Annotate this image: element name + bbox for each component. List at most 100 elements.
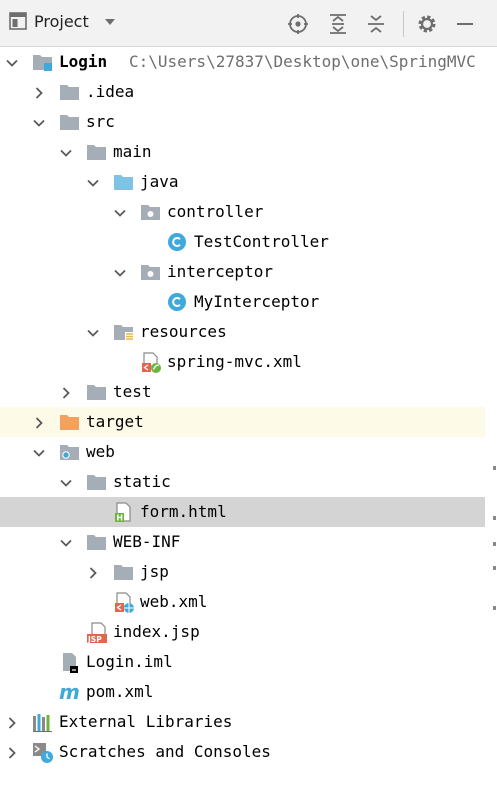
tree-node-idea[interactable]: .idea	[0, 77, 497, 107]
tree-label-test: test	[113, 382, 152, 401]
chevron-down-icon[interactable]	[86, 175, 100, 189]
chevron-down-icon[interactable]	[5, 55, 19, 69]
tree-node-external-libraries[interactable]: External Libraries	[0, 707, 497, 737]
module-folder-icon	[32, 52, 52, 72]
project-title: Project	[34, 11, 89, 31]
tree-label-scratches: Scratches and Consoles	[59, 742, 271, 761]
locate-icon[interactable]	[286, 12, 310, 36]
chevron-down-icon[interactable]	[59, 475, 73, 489]
html-file-icon: H	[113, 502, 133, 523]
tree-label-test-controller: TestController	[194, 232, 329, 251]
tree-node-test-controller[interactable]: TestController	[0, 227, 497, 257]
class-icon	[167, 292, 187, 312]
project-toolbar: Project	[0, 0, 497, 47]
tree-label-src: src	[86, 112, 115, 131]
edge-fragment	[493, 542, 497, 546]
edge-fragment	[493, 606, 497, 610]
chevron-down-icon[interactable]	[86, 325, 100, 339]
tree-node-jsp[interactable]: jsp	[0, 557, 497, 587]
tree-label-pom-xml: pom.xml	[86, 682, 154, 701]
tree-label-static: static	[113, 472, 171, 491]
tree-node-controller[interactable]: controller	[0, 197, 497, 227]
tree-label-index-jsp: index.jsp	[113, 622, 200, 641]
spring-xml-file-icon	[140, 352, 161, 373]
tree-node-web-xml[interactable]: web.xml	[0, 587, 497, 617]
tree-node-my-interceptor[interactable]: MyInterceptor	[0, 287, 497, 317]
tree-node-web-inf[interactable]: WEB-INF	[0, 527, 497, 557]
tree-node-pom-xml[interactable]: m pom.xml	[0, 677, 497, 707]
folder-icon	[86, 532, 106, 552]
folder-icon	[59, 82, 79, 102]
tree-label-form-html: form.html	[140, 502, 227, 521]
collapse-all-icon[interactable]	[364, 12, 388, 36]
chevron-right-icon[interactable]	[32, 415, 46, 429]
gear-icon[interactable]	[415, 12, 439, 36]
tree-node-src[interactable]: src	[0, 107, 497, 137]
svg-text:JSP: JSP	[87, 635, 102, 644]
minimize-icon[interactable]	[453, 12, 477, 36]
maven-icon: m	[59, 680, 80, 704]
chevron-down-icon[interactable]	[32, 115, 46, 129]
web-xml-file-icon	[113, 592, 134, 613]
chevron-down-icon[interactable]	[113, 265, 127, 279]
tree-label-web: web	[86, 442, 115, 461]
chevron-right-icon[interactable]	[5, 745, 19, 759]
toolbar-divider	[403, 11, 404, 37]
tree-label-spring-mvc-xml: spring-mvc.xml	[167, 352, 302, 371]
tree-node-index-jsp[interactable]: JSP index.jsp	[0, 617, 497, 647]
folder-icon	[86, 382, 106, 402]
chevron-down-icon[interactable]	[103, 14, 117, 28]
chevron-right-icon[interactable]	[59, 385, 73, 399]
resources-folder-icon	[113, 322, 134, 342]
chevron-down-icon[interactable]	[59, 145, 73, 159]
tree-label-login-iml: Login.iml	[86, 652, 173, 671]
class-icon	[167, 232, 187, 252]
tree-label-interceptor: interceptor	[167, 262, 273, 281]
chevron-right-icon[interactable]	[5, 715, 19, 729]
svg-text:m: m	[59, 682, 80, 702]
tree-label-web-inf: WEB-INF	[113, 532, 181, 551]
folder-icon	[86, 142, 106, 162]
tree-label-web-xml: web.xml	[140, 592, 208, 611]
edge-fragment	[493, 566, 497, 570]
chevron-down-icon[interactable]	[113, 205, 127, 219]
tree-node-resources[interactable]: resources	[0, 317, 497, 347]
tree-label-idea: .idea	[86, 82, 135, 101]
iml-file-icon	[59, 652, 79, 673]
tree-label-target: target	[86, 412, 144, 431]
edge-fragment	[493, 516, 497, 520]
chevron-down-icon[interactable]	[59, 535, 73, 549]
jsp-file-icon: JSP	[86, 622, 107, 644]
libraries-icon	[32, 712, 52, 732]
scratches-icon	[32, 742, 53, 763]
tree-node-target[interactable]: target	[0, 407, 485, 437]
expand-all-icon[interactable]	[326, 12, 350, 36]
web-folder-icon	[59, 442, 79, 462]
tree-node-login-iml[interactable]: Login.iml	[0, 647, 497, 677]
chevron-right-icon[interactable]	[86, 565, 100, 579]
editor-edge	[485, 47, 497, 797]
tree-label-resources: resources	[140, 322, 227, 341]
edge-fragment	[493, 466, 497, 470]
tree-node-web[interactable]: web	[0, 437, 497, 467]
tree-node-test[interactable]: test	[0, 377, 497, 407]
tree-label-external-libraries: External Libraries	[59, 712, 233, 731]
project-path: C:\Users\27837\Desktop\one\SpringMVC	[129, 52, 476, 71]
project-view-selector[interactable]: Project	[8, 11, 117, 31]
tree-node-spring-mvc-xml[interactable]: spring-mvc.xml	[0, 347, 497, 377]
tree-node-scratches[interactable]: Scratches and Consoles	[0, 737, 497, 767]
tree-node-form-html[interactable]: H form.html	[0, 497, 485, 527]
folder-icon	[113, 562, 133, 582]
tree-node-main[interactable]: main	[0, 137, 497, 167]
tree-label-my-interceptor: MyInterceptor	[194, 292, 320, 311]
package-icon	[140, 202, 160, 222]
tree-node-login[interactable]: Login C:\Users\27837\Desktop\one\SpringM…	[0, 47, 497, 77]
chevron-down-icon[interactable]	[32, 445, 46, 459]
tree-label-controller: controller	[167, 202, 264, 221]
tree-node-interceptor[interactable]: interceptor	[0, 257, 497, 287]
tree-label-main: main	[113, 142, 152, 161]
chevron-right-icon[interactable]	[32, 85, 46, 99]
folder-icon	[59, 112, 79, 132]
tree-node-static[interactable]: static	[0, 467, 497, 497]
tree-node-java[interactable]: java	[0, 167, 497, 197]
